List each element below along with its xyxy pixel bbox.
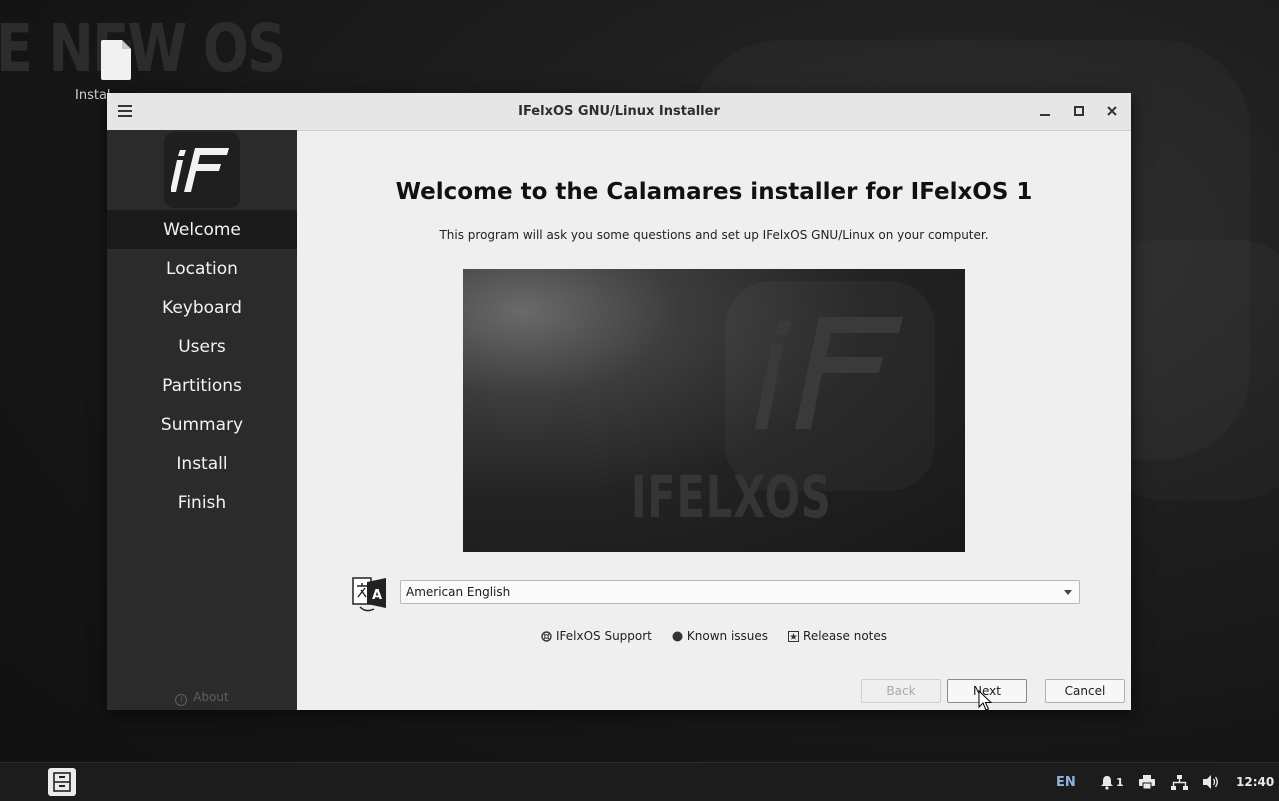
sidebar-item-install[interactable]: Install (107, 444, 297, 483)
sidebar-item-location[interactable]: Location (107, 249, 297, 288)
keyboard-layout-label: EN (1056, 774, 1076, 790)
chevron-down-icon (1064, 590, 1072, 595)
close-icon[interactable] (1100, 99, 1124, 123)
language-select[interactable]: American English (400, 580, 1080, 604)
distro-logo (164, 132, 240, 208)
language-row: A American English (352, 576, 1084, 616)
release-notes-link[interactable]: Release notes (788, 629, 887, 643)
support-link-label: IFelxOS Support (555, 629, 652, 643)
if-logo-icon (171, 148, 229, 192)
minimize-icon[interactable] (1033, 99, 1057, 123)
bell-icon (1101, 775, 1113, 790)
window-title: IFelxOS GNU/Linux Installer (518, 104, 720, 119)
welcome-page: Welcome to the Calamares installer for I… (297, 130, 1131, 710)
banner-text: IFELXOS (631, 463, 832, 531)
taskbar-app-installer[interactable] (48, 768, 76, 796)
file-icon (101, 40, 131, 80)
about-label: About (193, 690, 229, 704)
hamburger-icon[interactable] (113, 99, 137, 123)
sidebar-item-summary[interactable]: Summary (107, 405, 297, 444)
page-title: Welcome to the Calamares installer for I… (395, 179, 1033, 205)
installer-window: IFelxOS GNU/Linux Installer Welcome Loca… (107, 93, 1131, 710)
file-cabinet-icon (53, 772, 71, 792)
window-titlebar[interactable]: IFelxOS GNU/Linux Installer (107, 93, 1131, 131)
network-icon[interactable] (1171, 763, 1188, 801)
welcome-links: IFelxOS Support Known issues Release not… (297, 629, 1131, 643)
welcome-banner-image: IFELXOS (463, 269, 965, 552)
clock[interactable]: 12:40 (1236, 763, 1274, 801)
svg-text:A: A (372, 588, 382, 603)
printer-icon[interactable] (1139, 763, 1155, 801)
notifications-indicator[interactable]: 1 (1100, 763, 1124, 801)
notifications-count: 1 (1116, 775, 1124, 789)
known-issues-link-label: Known issues (686, 629, 769, 643)
release-notes-icon (788, 630, 800, 642)
info-icon: i (175, 694, 188, 706)
sidebar-nav: Welcome Location Keyboard Users Partitio… (107, 210, 297, 522)
sidebar-item-keyboard[interactable]: Keyboard (107, 288, 297, 327)
sidebar-item-finish[interactable]: Finish (107, 483, 297, 522)
back-button[interactable]: Back (861, 679, 941, 703)
cancel-button[interactable]: Cancel (1045, 679, 1125, 703)
bug-icon (672, 631, 683, 641)
taskbar: EN 1 12:40 (0, 762, 1279, 801)
translate-icon: A (352, 577, 386, 612)
known-issues-link[interactable]: Known issues (672, 629, 768, 643)
sidebar-item-users[interactable]: Users (107, 327, 297, 366)
window-body: Welcome Location Keyboard Users Partitio… (107, 130, 1131, 710)
language-select-value: American English (406, 585, 511, 599)
volume-icon[interactable] (1203, 763, 1219, 801)
mouse-cursor-icon (978, 690, 992, 711)
release-notes-link-label: Release notes (803, 629, 888, 643)
clock-time: 12:40 (1236, 775, 1275, 789)
maximize-icon[interactable] (1067, 99, 1091, 123)
support-link[interactable]: IFelxOS Support (541, 629, 652, 643)
about-button[interactable]: i About (107, 690, 297, 706)
lifebuoy-icon (541, 630, 552, 642)
banner-if-logo-icon (755, 317, 903, 429)
sidebar-item-welcome[interactable]: Welcome (107, 210, 297, 249)
keyboard-layout-indicator[interactable]: EN (1056, 763, 1076, 801)
sidebar: Welcome Location Keyboard Users Partitio… (107, 130, 297, 710)
sidebar-item-partitions[interactable]: Partitions (107, 366, 297, 405)
page-subtitle: This program will ask you some questions… (439, 228, 989, 242)
